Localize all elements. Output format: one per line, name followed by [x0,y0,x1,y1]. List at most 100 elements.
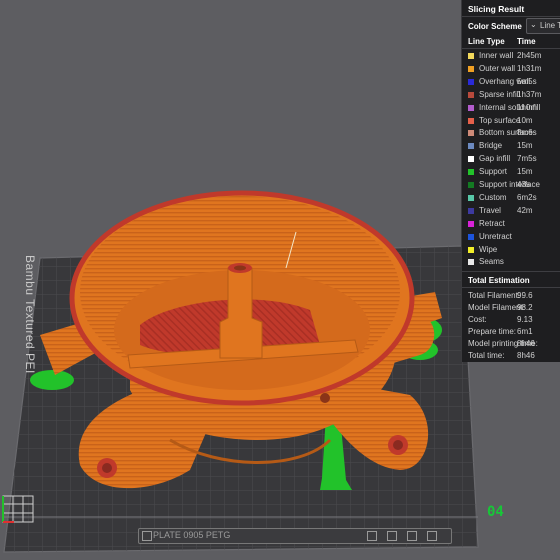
line-type-row[interactable]: Bridge 15m [462,140,560,153]
estimation-row: Cost: 9.13 [462,315,560,327]
color-swatch [468,104,474,111]
color-swatch [468,194,474,201]
color-swatch [468,246,474,253]
line-type-row[interactable]: Support interface 43s [462,179,560,192]
color-swatch [468,182,474,188]
slicing-result-panel: Slicing Result Color Scheme ⌄ Line Type … [461,0,560,362]
axis-gizmo-icon[interactable] [2,494,36,524]
line-type-time: 5m5s [517,76,537,86]
lock-icon[interactable] [142,531,152,541]
line-type-row[interactable]: Gap infill 7m5s [462,153,560,166]
color-scheme-label: Color Scheme [468,22,522,31]
line-type-time: 6m2s [517,192,537,202]
estimation-value: 99.6 [517,291,533,300]
line-type-name: Inner wall [479,51,514,60]
line-type-name: Custom [479,192,507,202]
plate-number[interactable]: 04 [487,504,504,520]
divider [462,48,560,49]
color-swatch [468,91,474,98]
col-time: Time [517,37,536,46]
color-scheme-select[interactable]: ⌄ Line Type [526,18,560,34]
color-swatch [468,169,474,176]
estimation-value: 8h46 [517,339,535,348]
estimation-value: 98.2 [517,303,533,312]
color-swatch [468,117,474,124]
color-swatch [468,156,474,163]
line-type-time: 1h37m [517,89,542,99]
line-type-name: Support interface [479,180,540,189]
line-type-time: 8m6s [517,128,537,138]
line-type-name: Wipe [479,244,498,254]
plate-name: PLATE 0905 PETG [153,530,231,540]
estimation-row: Total Filament: 99.6 [462,291,560,303]
estimation-value: 8h46 [517,351,535,360]
orient-icon[interactable] [407,531,417,541]
line-type-row[interactable]: Unretract [462,231,560,244]
estimation-label: Prepare time: [468,327,517,336]
line-type-row[interactable]: Custom 6m2s [462,192,560,205]
color-swatch [468,65,474,72]
color-swatch [468,233,474,240]
line-type-time: 15m [517,167,533,177]
line-type-name: Outer wall [479,63,516,73]
estimation-row: Model Filament: 98.2 [462,303,560,315]
color-swatch [468,220,474,227]
line-type-row[interactable]: Sparse infill 1h37m [462,89,560,102]
line-type-name: Travel [479,205,501,215]
line-type-name: Top surface [479,115,521,125]
color-swatch [468,78,474,85]
line-type-row[interactable]: Internal solid infill 1h0m [462,102,560,115]
color-scheme-value: Line Type [540,21,560,30]
line-type-row[interactable]: Overhang wall 5m5s [462,76,560,89]
line-type-time: 1h31m [517,63,542,73]
plate-label: Bambu Textured PEI [23,255,37,374]
line-type-name: Bridge [479,141,503,151]
line-type-time: 7m5s [517,154,537,164]
color-swatch [468,207,474,214]
arrange-icon[interactable] [387,531,397,541]
line-type-row[interactable]: Top surface 10m [462,115,560,128]
line-type-row[interactable]: Outer wall 1h31m [462,63,560,76]
line-type-row[interactable]: Wipe [462,244,560,257]
line-type-time: 15m [517,141,533,151]
chevron-down-icon: ⌄ [530,20,537,29]
plate-toolbar[interactable]: PLATE 0905 PETG [138,528,452,544]
line-type-name: Seams [479,257,504,267]
estimation-row: Prepare time: 6m1 [462,327,560,339]
estimation-row: Total time: 8h46 [462,351,560,362]
line-type-row[interactable]: Retract [462,218,560,231]
col-line-type: Line Type [468,37,505,46]
line-type-time: 42m [517,205,533,215]
line-type-name: Sparse infill [479,89,521,99]
line-type-row[interactable]: Support 15m [462,166,560,179]
color-swatch [468,130,474,137]
color-swatch [468,143,474,150]
estimation-label: Total Filament: [468,291,521,300]
divider [462,287,560,288]
panel-title: Slicing Result [468,4,525,14]
color-swatch [468,259,474,266]
line-type-time: 43s [517,180,530,189]
line-type-name: Retract [479,218,505,228]
settings-icon[interactable] [367,531,377,541]
divider [462,16,560,17]
line-type-row[interactable]: Seams [462,256,560,269]
line-type-name: Support [479,167,508,177]
estimation-value: 9.13 [517,315,533,324]
line-type-row[interactable]: Inner wall 2h45m [462,50,560,63]
line-type-time: 10m [517,115,533,125]
estimation-row: Model printing time: 8h46 [462,339,560,351]
line-type-name: Gap infill [479,154,511,164]
estimation-value: 6m1 [517,327,533,336]
line-type-name: Unretract [479,231,512,241]
estimation-label: Cost: [468,315,487,324]
color-swatch [468,53,474,59]
line-type-row[interactable]: Bottom surface 8m6s [462,127,560,140]
line-type-row[interactable]: Travel 42m [462,205,560,218]
delete-icon[interactable] [427,531,437,541]
divider [462,271,560,272]
estimation-label: Total time: [468,351,505,360]
total-estimation-title: Total Estimation [468,276,530,285]
line-type-time: 2h45m [517,51,542,60]
line-type-time: 1h0m [517,102,538,112]
